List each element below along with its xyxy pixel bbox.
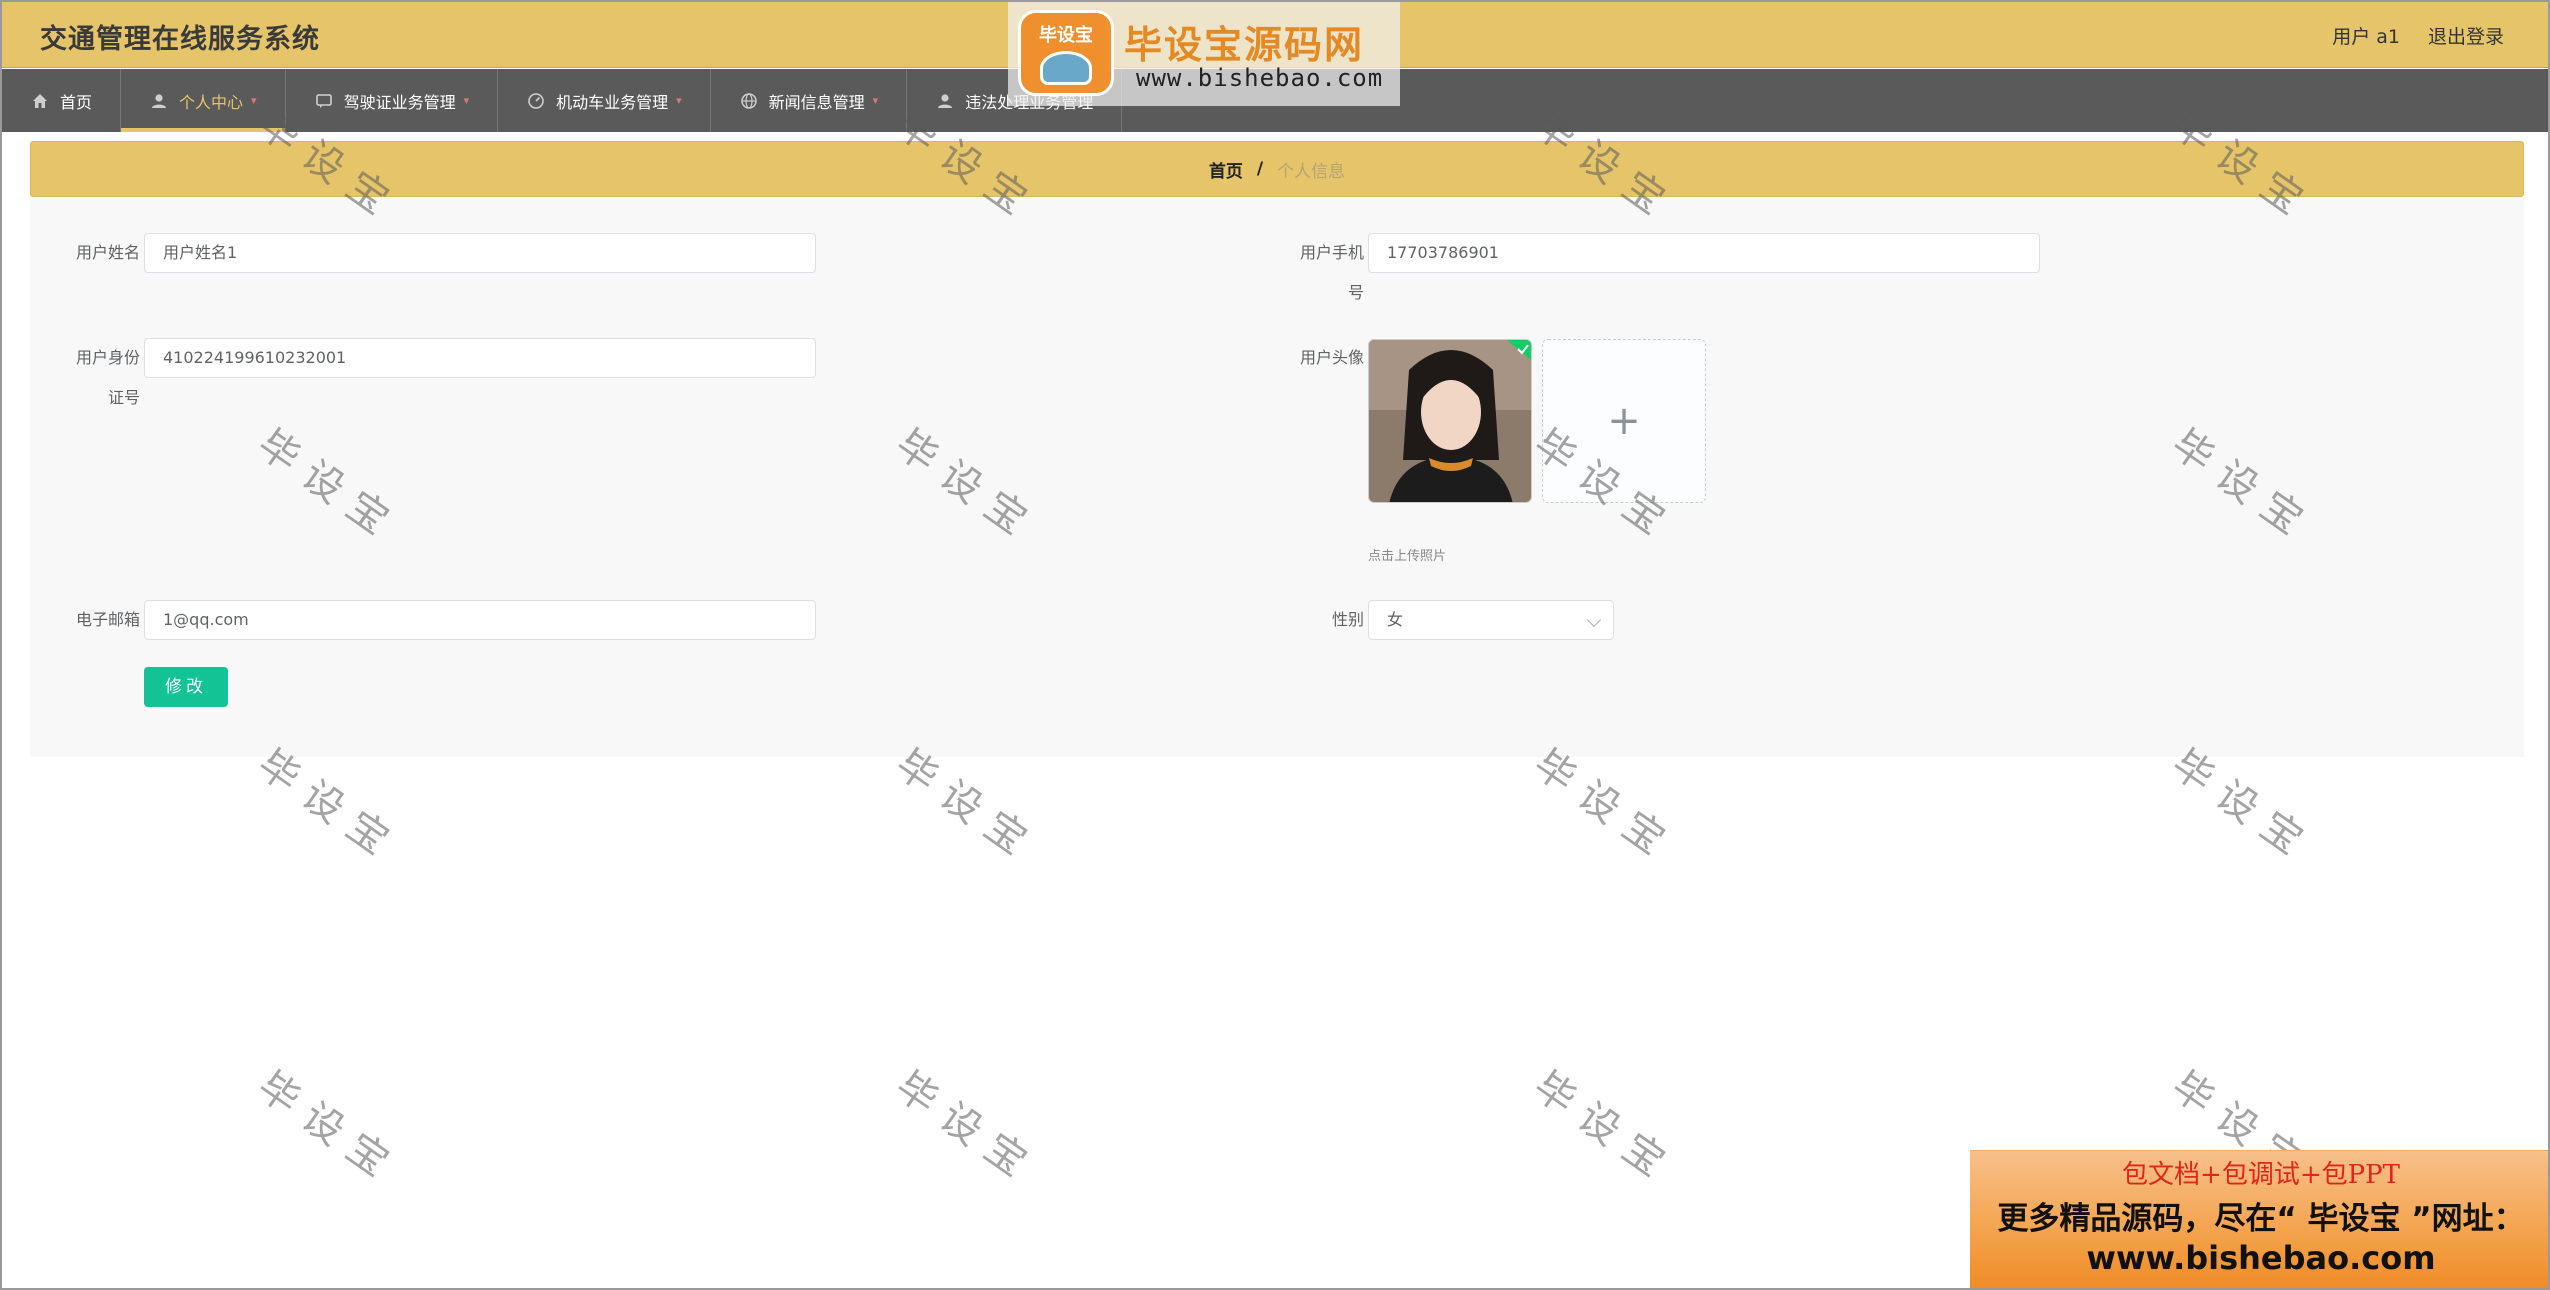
person-icon <box>935 91 955 111</box>
home-icon <box>30 91 50 111</box>
email-label: 电子邮箱 <box>75 610 140 629</box>
name-input[interactable]: 用户姓名1 <box>144 233 816 273</box>
logo-name: 毕设宝源码网 <box>1124 23 1365 67</box>
breadcrumb-separator: / <box>1256 159 1264 179</box>
chevron-down-icon <box>1586 612 1602 628</box>
logo-url: www.bishebao.com <box>1136 64 1384 92</box>
nav-label: 驾驶证业务管理 <box>343 92 456 112</box>
gender-value: 女 <box>1387 610 1404 629</box>
nav-item-news[interactable]: 新闻信息管理 ▾ <box>711 69 908 132</box>
watermark-text: 毕设宝 <box>887 1062 1047 1194</box>
id-card-input[interactable]: 410224199610232001 <box>144 338 816 378</box>
promo-line-3: www.bishebao.com <box>2086 1239 2436 1277</box>
nav-item-vehicle[interactable]: 机动车业务管理 ▾ <box>498 69 711 132</box>
user-area: 用户 a1 退出登录 <box>2332 22 2504 49</box>
nav-item-personal-center[interactable]: 个人中心 ▾ <box>121 69 286 132</box>
nav-label: 个人中心 <box>179 92 244 112</box>
message-icon <box>314 91 334 111</box>
nav-label: 机动车业务管理 <box>556 92 669 112</box>
chevron-down-icon: ▾ <box>676 94 682 107</box>
chevron-down-icon: ▾ <box>251 94 257 107</box>
chevron-down-icon: ▾ <box>872 94 879 107</box>
phone-label-wrap: 号 <box>1347 283 1364 302</box>
avatar-label: 用户头像 <box>1299 348 1364 367</box>
name-label: 用户姓名 <box>75 243 140 262</box>
id-card-label: 用户身份 <box>75 348 140 367</box>
promo-line-1: 包文档+包调试+包PPT <box>2122 1160 2400 1190</box>
gender-select[interactable]: 女 <box>1368 600 1614 640</box>
avatar-upload-button[interactable]: + <box>1542 339 1706 503</box>
browser-viewport: 交通管理在线服务系统 用户 a1 退出登录 首页 个人中心 ▾ 驾驶证业务管理 … <box>0 0 2550 1290</box>
nav-item-license[interactable]: 驾驶证业务管理 ▾ <box>286 69 499 132</box>
upload-hint: 点击上传照片 <box>1368 549 1447 564</box>
globe-icon <box>739 91 759 111</box>
promo-banner[interactable]: 包文档+包调试+包PPT 更多精品源码，尽在“ 毕设宝 ”网址： www.bis… <box>1970 1150 2548 1288</box>
dashboard-icon <box>526 91 546 111</box>
breadcrumb-home[interactable]: 首页 <box>1209 157 1243 182</box>
current-user-label[interactable]: 用户 a1 <box>2332 22 2400 49</box>
profile-form: 用户姓名 用户姓名1 用户手机 号 17703786901 用户身份 证号 41… <box>30 197 2524 757</box>
plus-icon: + <box>1607 398 1641 444</box>
watermark-text: 毕设宝 <box>1525 1062 1685 1194</box>
email-input[interactable]: 1@qq.com <box>144 600 816 640</box>
site-logo-overlay: 毕设宝 毕设宝源码网 www.bishebao.com <box>1008 2 1400 106</box>
logo-badge: 毕设宝 <box>1018 10 1114 96</box>
nav-label: 首页 <box>60 92 93 112</box>
watermark-text: 毕设宝 <box>249 1062 409 1194</box>
phone-label: 用户手机 <box>1299 243 1364 262</box>
id-card-label-wrap: 证号 <box>107 388 140 407</box>
logo-mascot-icon <box>1040 51 1092 85</box>
nav-item-home[interactable]: 首页 <box>2 69 122 132</box>
user-icon <box>149 91 169 111</box>
breadcrumb: 首页 / 个人信息 <box>30 141 2524 197</box>
promo-line-2: 更多精品源码，尽在“ 毕设宝 ”网址： <box>1997 1201 2525 1237</box>
logo-badge-text: 毕设宝 <box>1039 25 1093 46</box>
breadcrumb-current: 个人信息 <box>1277 161 1346 182</box>
gender-label: 性别 <box>1331 610 1364 629</box>
avatar-photo <box>1369 340 1531 502</box>
submit-button[interactable]: 修改 <box>144 667 228 707</box>
app-title: 交通管理在线服务系统 <box>40 24 320 55</box>
phone-input[interactable]: 17703786901 <box>1368 233 2040 273</box>
nav-label: 新闻信息管理 <box>768 92 865 112</box>
avatar-image[interactable] <box>1368 339 1532 503</box>
chevron-down-icon: ▾ <box>463 94 470 107</box>
logout-link[interactable]: 退出登录 <box>2428 22 2504 49</box>
